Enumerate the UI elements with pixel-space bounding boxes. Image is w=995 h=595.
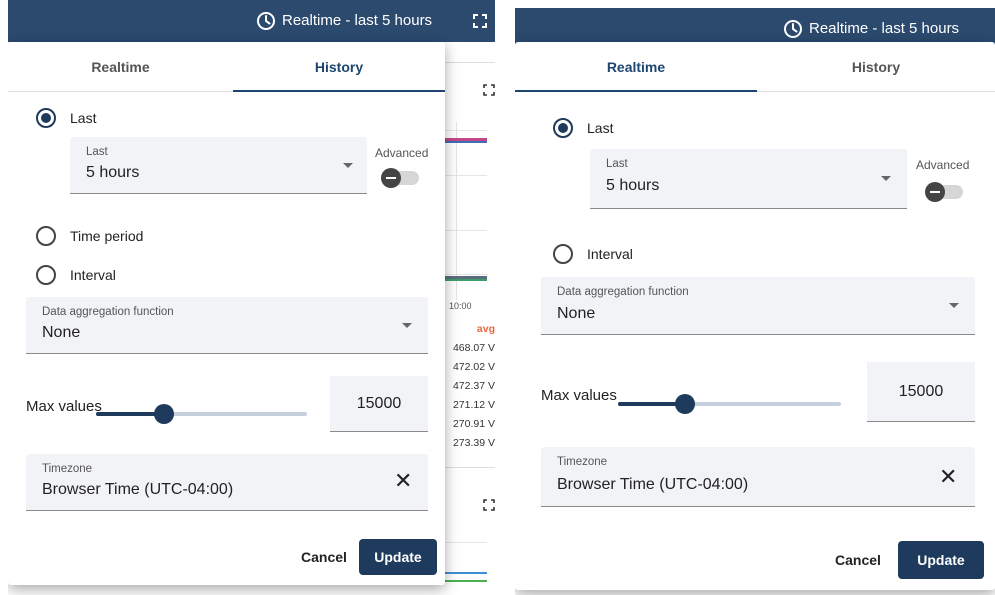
tab-indicator <box>233 90 445 92</box>
clear-icon[interactable]: ✕ <box>394 470 412 492</box>
radio-button-icon[interactable] <box>553 244 573 264</box>
radio-button-icon[interactable] <box>553 118 573 138</box>
slider-thumb[interactable] <box>153 404 174 424</box>
field-value: Browser Time (UTC-04:00) <box>557 476 749 493</box>
radio-interval-label: Interval <box>70 267 116 283</box>
update-button[interactable]: Update <box>359 539 437 575</box>
field-value: None <box>42 324 81 341</box>
max-values-slider[interactable] <box>618 394 841 414</box>
advanced-toggle[interactable] <box>925 182 963 202</box>
field-label: Timezone <box>557 456 608 468</box>
slider-thumb[interactable] <box>674 394 695 414</box>
chevron-down-icon <box>881 176 891 181</box>
aggregation-select[interactable]: Data aggregation function None <box>26 297 428 354</box>
tab-bar: Realtime History <box>515 42 995 92</box>
fullscreen-icon[interactable] <box>483 84 495 96</box>
toggle-knob-icon <box>925 182 945 202</box>
tab-realtime[interactable]: Realtime <box>515 42 757 92</box>
radio-last[interactable]: Last <box>553 118 613 138</box>
update-button[interactable]: Update <box>898 541 984 579</box>
last-duration-select[interactable]: Last 5 hours <box>590 149 907 209</box>
last-duration-select[interactable]: Last 5 hours <box>70 137 367 194</box>
tab-indicator <box>515 90 757 92</box>
advanced-label: Advanced <box>916 158 970 172</box>
field-value: 5 hours <box>86 164 140 181</box>
radio-interval-label: Interval <box>587 246 633 262</box>
chart-series-line <box>445 279 487 281</box>
timewindow-dialog: Realtime History Last Last 5 hours Advan… <box>515 42 995 590</box>
radio-button-icon[interactable] <box>36 108 56 128</box>
right-screenshot: Realtime - last 5 hours Realtime History… <box>515 8 995 595</box>
tab-realtime[interactable]: Realtime <box>8 42 233 92</box>
timewindow-dialog: Realtime History Last Last 5 hours Advan… <box>8 42 445 585</box>
radio-last[interactable]: Last <box>36 108 96 128</box>
field-label: Last <box>606 158 628 170</box>
radio-button-icon[interactable] <box>36 265 56 285</box>
toggle-knob-icon <box>381 168 401 188</box>
max-values-label: Max values <box>541 387 617 404</box>
field-label: Last <box>86 146 108 158</box>
left-screenshot: Realtime - last 5 hours 10:00 avg 468.07… <box>8 0 495 595</box>
aggregation-select[interactable]: Data aggregation function None <box>541 277 975 335</box>
chart-series-line <box>445 141 487 143</box>
timewindow-label: Realtime - last 5 hours <box>282 12 433 29</box>
chevron-down-icon <box>949 303 959 308</box>
chart-series-line <box>445 572 487 574</box>
chart-series-line <box>445 580 487 582</box>
cancel-button[interactable]: Cancel <box>290 539 358 575</box>
field-label: Data aggregation function <box>42 306 174 318</box>
field-value: 5 hours <box>606 177 660 194</box>
advanced-toggle[interactable] <box>381 168 419 188</box>
tab-bar: Realtime History <box>8 42 445 92</box>
clock-icon <box>257 12 275 30</box>
field-label: Timezone <box>42 463 93 475</box>
axis-tick-label: 10:00 <box>449 301 472 311</box>
chevron-down-icon <box>402 323 412 328</box>
fullscreen-icon[interactable] <box>483 499 495 511</box>
timezone-select[interactable]: Timezone Browser Time (UTC-04:00) <box>541 447 975 507</box>
radio-button-icon[interactable] <box>36 226 56 246</box>
top-bar: Realtime - last 5 hours <box>8 0 495 42</box>
max-values-input[interactable]: 15000 <box>330 376 428 432</box>
clock-icon <box>784 20 802 38</box>
advanced-label: Advanced <box>375 146 429 160</box>
tab-history[interactable]: History <box>233 42 445 92</box>
max-values-input[interactable]: 15000 <box>867 362 975 422</box>
clear-icon[interactable]: ✕ <box>939 466 957 488</box>
field-value: Browser Time (UTC-04:00) <box>42 481 234 498</box>
tab-history[interactable]: History <box>757 42 995 92</box>
radio-interval[interactable]: Interval <box>553 244 633 264</box>
field-label: Data aggregation function <box>557 286 689 298</box>
radio-interval[interactable]: Interval <box>36 265 116 285</box>
cancel-button[interactable]: Cancel <box>821 542 895 578</box>
timewindow-button[interactable]: Realtime - last 5 hours <box>256 0 432 42</box>
chevron-down-icon <box>343 163 353 168</box>
timezone-select[interactable]: Timezone Browser Time (UTC-04:00) <box>26 454 428 511</box>
radio-time-period-label: Time period <box>70 228 144 244</box>
field-value: None <box>557 305 596 322</box>
max-values-label: Max values <box>26 398 102 415</box>
radio-last-label: Last <box>70 110 97 126</box>
radio-time-period[interactable]: Time period <box>36 226 143 246</box>
fullscreen-icon[interactable] <box>473 14 487 28</box>
max-values-slider[interactable] <box>96 404 307 424</box>
radio-last-label: Last <box>587 120 614 136</box>
